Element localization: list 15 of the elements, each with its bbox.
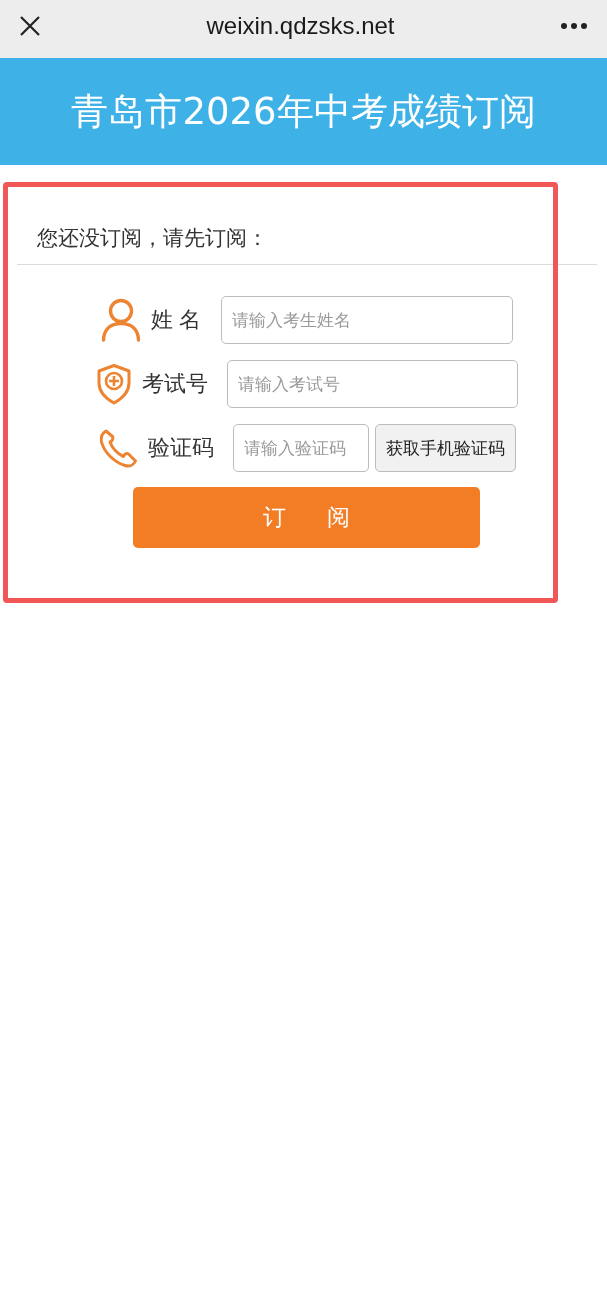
get-code-button[interactable]: 获取手机验证码 xyxy=(374,424,516,472)
page-url: weixin.qdzsks.net xyxy=(206,12,395,40)
page-title: 青岛市2026年中考成绩订阅 xyxy=(71,88,536,135)
phone-icon xyxy=(97,427,138,469)
exam-number-label: 考试号 xyxy=(141,370,208,398)
shield-plus-icon xyxy=(95,363,132,405)
name-input-field[interactable]: 请输入考生姓名 xyxy=(220,296,513,344)
person-icon xyxy=(100,298,141,342)
verification-code-label: 验证码 xyxy=(147,434,214,462)
subscribe-prompt: 您还没订阅，请先订阅： xyxy=(37,225,268,252)
name-label: 姓 名 xyxy=(150,306,202,334)
verification-code-input-field[interactable]: 请输入验证码 xyxy=(232,424,369,472)
exam-number-input-field[interactable]: 请输入考试号 xyxy=(226,360,518,408)
more-icon[interactable] xyxy=(561,23,587,29)
close-icon[interactable] xyxy=(20,16,40,36)
